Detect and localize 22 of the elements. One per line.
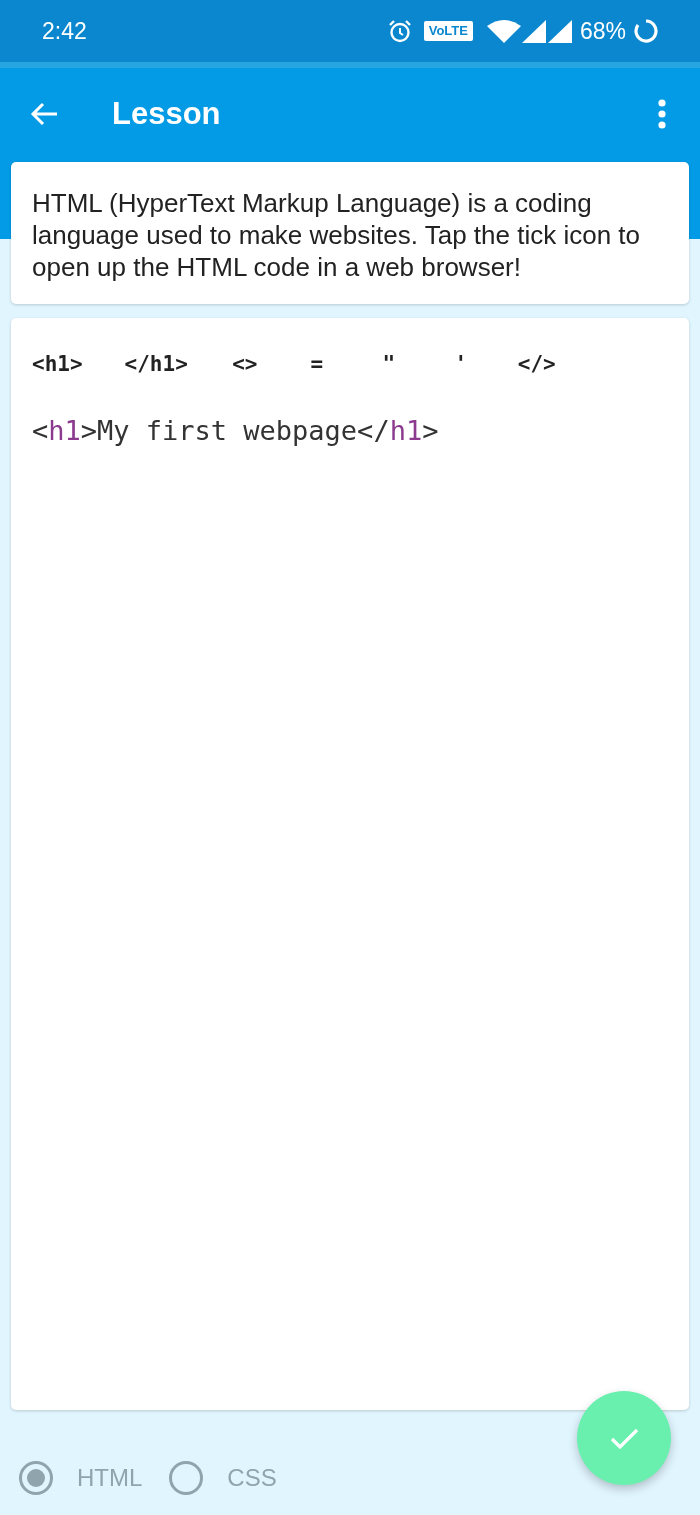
symbol-key[interactable]: ': [424, 344, 497, 384]
symbol-key[interactable]: <h1>: [11, 344, 104, 384]
signal-icon: [546, 19, 573, 43]
back-arrow-icon: [30, 101, 59, 126]
signal-icon: [520, 19, 547, 43]
code-editor-field[interactable]: <h1>My first webpage</h1>: [11, 384, 689, 1410]
battery-percent: 68%: [579, 17, 626, 45]
wifi-icon: [486, 19, 521, 43]
screen-title: Lesson: [112, 95, 222, 132]
network-badge: VoLTE: [423, 21, 473, 41]
more-options-icon: [658, 98, 666, 129]
symbol-key[interactable]: =: [280, 344, 353, 384]
symbol-key[interactable]: </h1>: [103, 344, 209, 384]
symbol-key[interactable]: <>: [208, 344, 281, 384]
symbol-key[interactable]: ": [352, 344, 425, 384]
alarm-clock-icon: [387, 19, 412, 43]
intro-text: HTML (HyperText Markup Language) is a coding language used to make websites. Tap the tick icon to open up the HTML code in a web browser!: [32, 187, 641, 283]
code-line: <h1>My first webpage</h1>: [32, 414, 440, 448]
status-time: 2:42: [42, 17, 88, 45]
battery-ring-icon: [634, 19, 658, 43]
check-icon: [609, 1427, 639, 1449]
symbol-key[interactable]: </>: [496, 344, 577, 384]
